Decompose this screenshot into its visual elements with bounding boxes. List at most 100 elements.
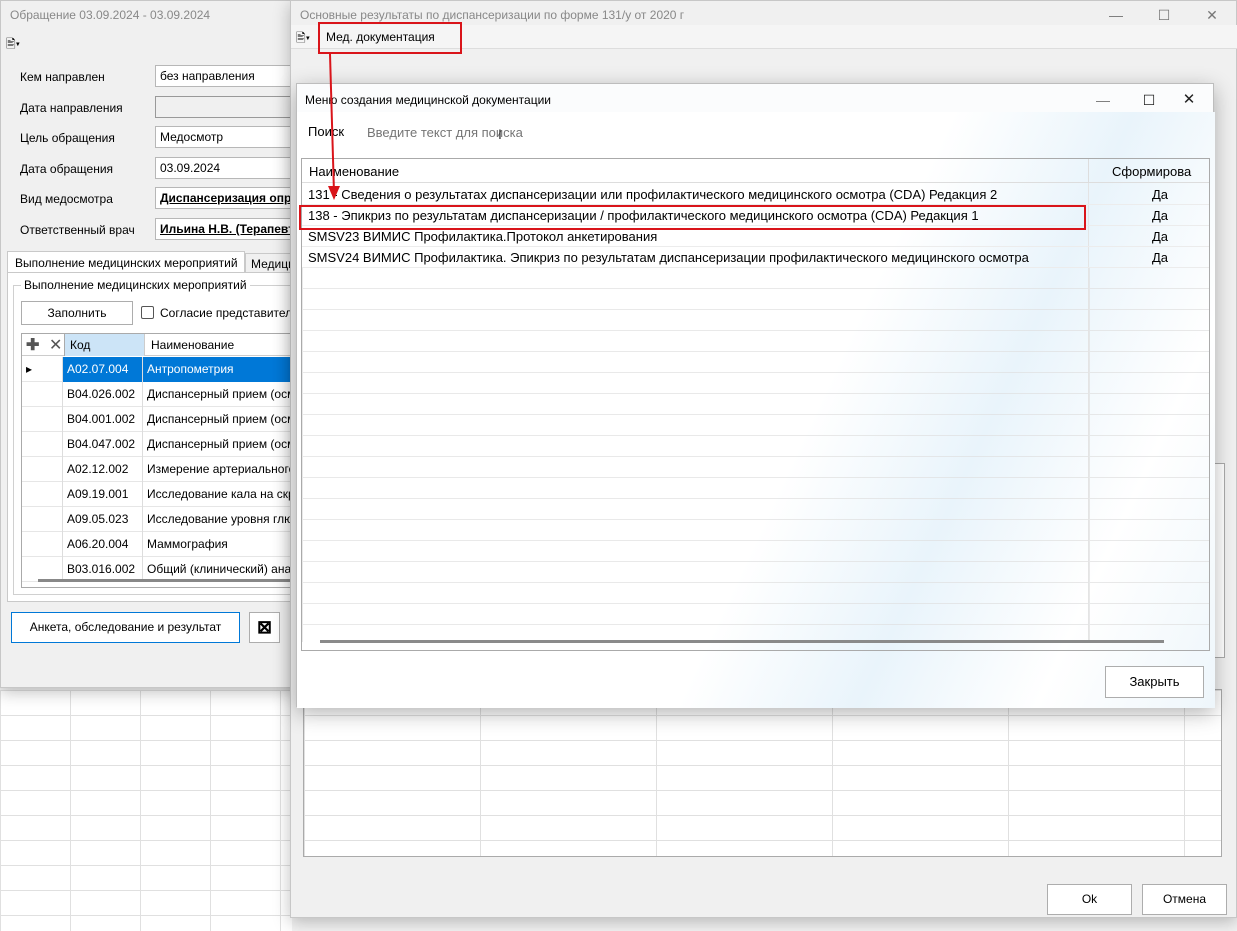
exam-type-label: Вид медосмотра xyxy=(20,192,113,206)
fill-button-label: Заполнить xyxy=(47,306,107,320)
row-code: A06.20.004 xyxy=(62,532,142,557)
tab-medical-activities-label: Выполнение медицинских мероприятий xyxy=(15,256,238,270)
dialog-title: Меню создания медицинской документации xyxy=(305,93,551,107)
row-name: Диспансерный прием (осм xyxy=(142,407,300,432)
table-row[interactable]: B04.026.002 Диспансерный прием (осм xyxy=(22,382,300,407)
med-docs-dialog: Меню создания медицинской документации —… xyxy=(296,83,1215,708)
referrer-label: Кем направлен xyxy=(20,70,105,84)
delete-row-icon[interactable]: ✕ xyxy=(49,335,62,355)
table-row[interactable]: A06.20.004 Маммография xyxy=(22,532,300,557)
row-indicator: ▸ xyxy=(26,362,33,376)
results-title: Основные результаты по диспансеризации п… xyxy=(300,8,685,22)
row-code: A02.12.002 xyxy=(62,457,142,482)
survey-button-label: Анкета, обследование и результат xyxy=(29,620,222,634)
name-header[interactable]: Наименование xyxy=(144,334,300,356)
consent-checkbox[interactable] xyxy=(141,306,154,319)
row-code: A09.19.001 xyxy=(62,482,142,507)
doc-formed-flag: Да xyxy=(1152,208,1169,223)
docs-formed-header[interactable]: Сформирова xyxy=(1112,164,1191,179)
row-indicator xyxy=(22,407,62,432)
survey-button[interactable]: Анкета, обследование и результат xyxy=(11,612,240,643)
consent-label: Согласие представителя xyxy=(160,306,299,320)
doc-formed-flag: Да xyxy=(1152,229,1169,244)
row-code: B04.026.002 xyxy=(62,382,142,407)
close-icon[interactable]: ✕ xyxy=(1198,5,1226,25)
close-icon[interactable]: ✕ xyxy=(1175,90,1203,110)
row-code: B04.001.002 xyxy=(62,407,142,432)
document-menu-icon[interactable]: 🖹▾ xyxy=(296,29,310,50)
table-row[interactable]: B04.047.002 Диспансерный прием (осм xyxy=(22,432,300,457)
ok-button[interactable]: Ok xyxy=(1047,884,1132,915)
list-item[interactable]: SMSV24 ВИМИС Профилактика. Эпикриз по ре… xyxy=(302,247,1209,268)
row-name: Диспансерный прием (осм xyxy=(142,382,300,407)
code-header[interactable]: Код xyxy=(64,334,144,356)
list-item[interactable]: 131 - Сведения о результатах диспансериз… xyxy=(302,184,1209,205)
referrer-field[interactable]: без направления xyxy=(155,65,301,87)
docs-name-header[interactable]: Наименование xyxy=(309,164,399,179)
maximize-icon[interactable]: ☐ xyxy=(1135,90,1163,110)
doc-formed-flag: Да xyxy=(1152,187,1169,202)
doc-formed-flag: Да xyxy=(1152,250,1169,265)
minimize-icon[interactable]: — xyxy=(1089,90,1117,110)
tab-medical-activities[interactable]: Выполнение медицинских мероприятий xyxy=(7,251,245,273)
doc-name: SMSV23 ВИМИС Профилактика.Протокол анкет… xyxy=(308,229,658,244)
grid-horizontal-scrollbar[interactable] xyxy=(38,579,300,582)
row-name: Антропометрия xyxy=(142,357,300,382)
encounter-title: Обращение 03.09.2024 - 03.09.2024 xyxy=(10,8,211,22)
table-row[interactable]: A09.19.001 Исследование кала на скр xyxy=(22,482,300,507)
row-indicator xyxy=(22,482,62,507)
docs-grid-lines xyxy=(302,267,1209,642)
close-dialog-button[interactable]: Закрыть xyxy=(1105,666,1204,698)
text-cursor-icon: I xyxy=(498,126,502,142)
fill-button[interactable]: Заполнить xyxy=(21,301,133,325)
row-name: Маммография xyxy=(142,532,300,557)
encounter-window: Обращение 03.09.2024 - 03.09.2024 🖹▾ Кем… xyxy=(0,0,301,688)
referral-date-field[interactable] xyxy=(155,96,301,118)
visit-date-label: Дата обращения xyxy=(20,162,114,176)
row-indicator xyxy=(22,382,62,407)
docs-grid: Наименование Сформирова 131 - Сведения о… xyxy=(301,158,1210,651)
row-code: B04.047.002 xyxy=(62,432,142,457)
doc-name: 131 - Сведения о результатах диспансериз… xyxy=(308,187,998,202)
visit-date-field[interactable]: 03.09.2024 xyxy=(155,157,301,179)
table-row[interactable]: A02.12.002 Измерение артериального xyxy=(22,457,300,482)
row-name: Исследование кала на скр xyxy=(142,482,300,507)
clear-button[interactable]: ⊠ xyxy=(249,612,280,643)
add-row-icon[interactable]: ✚ xyxy=(26,335,39,355)
maximize-icon[interactable]: ☐ xyxy=(1150,5,1178,25)
table-row[interactable]: B04.001.002 Диспансерный прием (осм xyxy=(22,407,300,432)
row-indicator xyxy=(22,532,62,557)
code-header-label: Код xyxy=(70,338,91,352)
search-input[interactable] xyxy=(365,122,1207,142)
name-header-label: Наименование xyxy=(151,338,235,352)
encounter-titlebar: Обращение 03.09.2024 - 03.09.2024 xyxy=(1,1,299,29)
activities-grid: ✚ ✕ Код Наименование ▸ A02.07.004 Антропом… xyxy=(21,333,301,588)
dialog-titlebar: Меню создания медицинской документации —… xyxy=(297,84,1213,114)
background-grid xyxy=(0,690,292,931)
docs-header: Наименование Сформирова xyxy=(302,159,1209,183)
cancel-button[interactable]: Отмена xyxy=(1142,884,1227,915)
row-name: Исследование уровня глю xyxy=(142,507,300,532)
row-indicator xyxy=(22,507,62,532)
close-dialog-button-label: Закрыть xyxy=(1129,674,1180,689)
results-lower-grid xyxy=(303,689,1222,857)
search-label: Поиск xyxy=(308,124,345,139)
ok-button-label: Ok xyxy=(1081,892,1098,906)
minimize-icon[interactable]: — xyxy=(1102,5,1130,25)
visit-purpose-label: Цель обращения xyxy=(20,131,115,145)
row-indicator xyxy=(22,432,62,457)
docs-horizontal-scrollbar[interactable] xyxy=(320,640,1164,643)
row-name: Диспансерный прием (осм xyxy=(142,432,300,457)
close-x-icon: ⊠ xyxy=(256,617,273,637)
group-title: Выполнение медицинских мероприятий xyxy=(21,278,250,292)
grid-header: ✚ ✕ Код Наименование xyxy=(22,334,300,356)
responsible-doctor-field[interactable]: Ильина Н.В. (Терапевт у xyxy=(155,218,301,240)
document-menu-icon[interactable]: 🖹▾ xyxy=(6,35,26,51)
table-row[interactable]: A09.05.023 Исследование уровня глю xyxy=(22,507,300,532)
table-row[interactable]: ▸ A02.07.004 Антропометрия xyxy=(22,357,300,382)
row-code: A02.07.004 xyxy=(62,357,142,382)
exam-type-field[interactable]: Диспансеризация опре xyxy=(155,187,301,209)
annotation-box-med-docs xyxy=(318,22,462,54)
doc-name: SMSV24 ВИМИС Профилактика. Эпикриз по ре… xyxy=(308,250,1029,265)
visit-purpose-field[interactable]: Медосмотр xyxy=(155,126,301,148)
